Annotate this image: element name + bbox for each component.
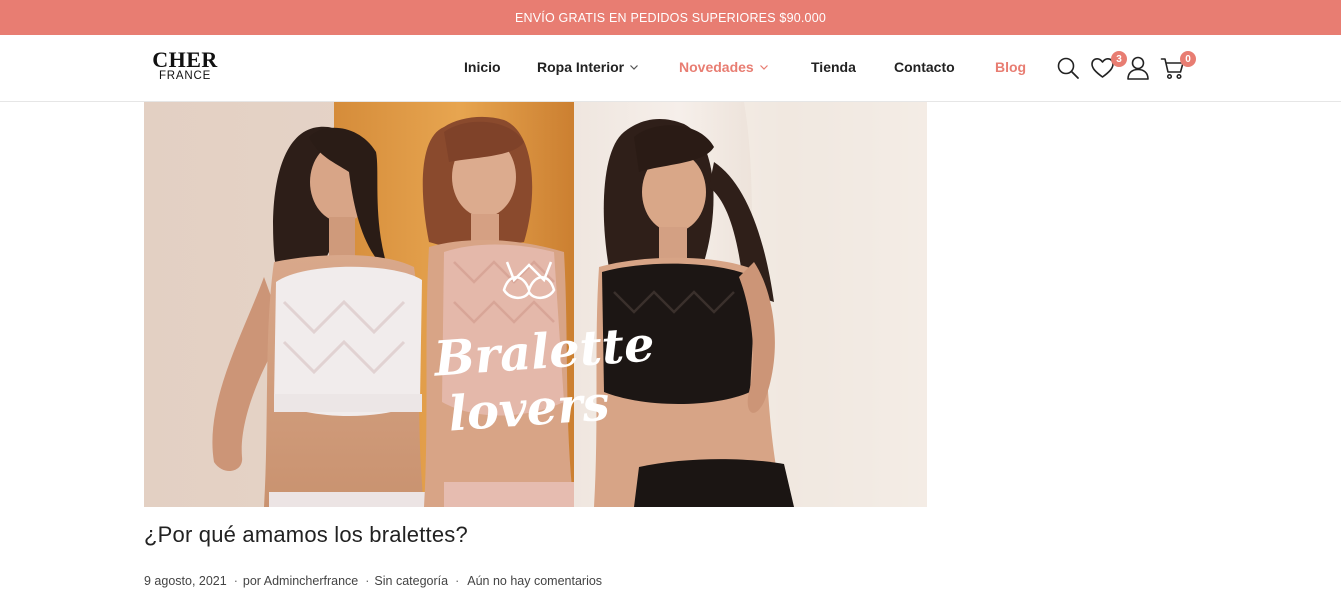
nav-item-inicio[interactable]: Inicio <box>464 59 501 75</box>
post-featured-image[interactable]: Bralette lovers <box>144 102 927 507</box>
post-author[interactable]: por Admincherfrance <box>243 574 358 588</box>
promo-text: ENVÍO GRATIS EN PEDIDOS SUPERIORES $90.0… <box>514 10 827 25</box>
nav-item-contacto[interactable]: Contacto <box>894 59 955 75</box>
hero-overlay-text: Bralette lovers <box>432 316 656 442</box>
hero-overlay-line2: lovers <box>446 375 612 443</box>
cart-count-badge: 0 <box>1180 51 1196 67</box>
nav-item-blog[interactable]: Blog <box>995 59 1026 75</box>
site-header: CHER FRANCE Inicio Ropa Interior Novedad… <box>0 35 1341 102</box>
post-comments[interactable]: Aún no hay comentarios <box>467 574 602 588</box>
meta-separator: · <box>233 574 238 588</box>
nav-label: Ropa Interior <box>537 59 625 75</box>
hero-photo <box>144 102 927 507</box>
chevron-down-icon <box>759 65 768 70</box>
promo-bar: ENVÍO GRATIS EN PEDIDOS SUPERIORES $90.0… <box>0 0 1341 35</box>
nav-item-tienda[interactable]: Tienda <box>811 59 856 75</box>
nav-label: Contacto <box>894 59 955 75</box>
nav-item-novedades[interactable]: Novedades <box>679 59 769 75</box>
wishlist-count-badge: 3 <box>1111 51 1127 67</box>
chevron-down-icon <box>630 65 639 70</box>
nav-label: Tienda <box>811 59 856 75</box>
nav-item-ropa-interior[interactable]: Ropa Interior <box>537 59 639 75</box>
user-icon[interactable] <box>1126 55 1150 81</box>
meta-separator: · <box>365 574 370 588</box>
logo-main-text: CHER <box>152 47 218 72</box>
logo-sub-text: FRANCE <box>158 70 212 82</box>
post-meta: 9 agosto, 2021 · por Admincherfrance · Sin c… <box>144 574 602 588</box>
nav-label: Inicio <box>464 59 501 75</box>
post-category[interactable]: Sin categoría <box>374 574 448 588</box>
nav-label: Blog <box>995 59 1027 75</box>
site-logo[interactable]: CHER FRANCE <box>149 49 221 83</box>
post-title[interactable]: ¿Por qué amamos los bralettes? <box>144 522 468 548</box>
post-date[interactable]: 9 agosto, 2021 <box>144 574 227 588</box>
search-icon[interactable] <box>1056 56 1080 80</box>
nav-label: Novedades <box>679 59 754 75</box>
meta-separator: · <box>455 574 460 588</box>
